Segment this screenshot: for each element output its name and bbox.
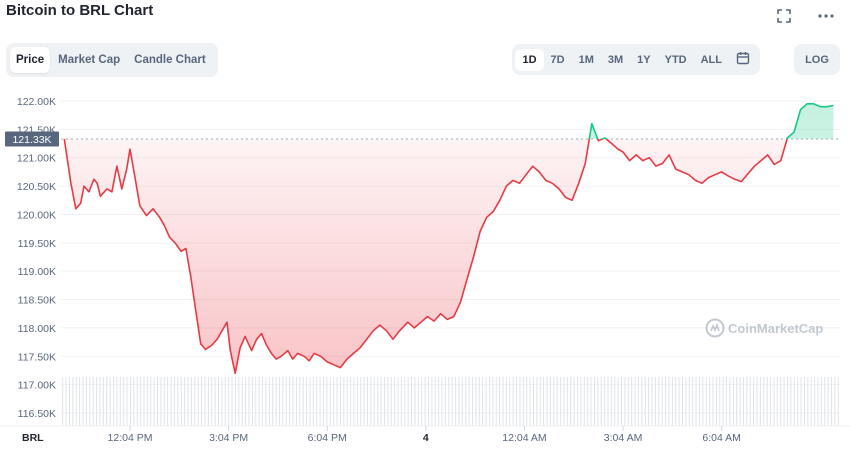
y-tick-label: 116.50K <box>18 408 56 420</box>
area-below <box>64 139 788 374</box>
current-price-tag: 121.33K <box>5 131 59 147</box>
x-tick-label: 12:04 AM <box>502 432 546 444</box>
y-tick-label: 119.00K <box>18 266 56 278</box>
x-tick-label: 6:04 PM <box>308 432 347 444</box>
y-tick-label: 122.00K <box>17 96 56 108</box>
y-tick-label: 118.50K <box>18 295 56 307</box>
x-tick-label: 6:04 AM <box>702 432 741 444</box>
price-area <box>64 103 834 374</box>
price-chart: 122.00K121.50K121.00K120.50K120.00K119.5… <box>0 96 850 444</box>
y-tick-label: 120.50K <box>17 181 56 193</box>
x-axis: BRL 12:04 PM 3:04 PM 6:04 PM 4 12:04 AM 3:04 A… <box>0 425 850 444</box>
watermark-text: CoinMarketCap <box>728 321 823 336</box>
y-tick-label: 117.00K <box>18 380 56 392</box>
current-price-tag-label: 121.33K <box>12 134 51 146</box>
currency-label: BRL <box>22 432 44 444</box>
watermark: CoinMarketCap <box>705 318 823 338</box>
x-tick-label: 4 <box>423 432 429 444</box>
y-tick-label: 119.50K <box>18 238 56 250</box>
x-tick-label: 12:04 PM <box>108 432 153 444</box>
y-tick-label: 121.00K <box>17 153 56 165</box>
y-tick-label: 120.00K <box>17 209 56 221</box>
y-tick-label: 118.00K <box>18 323 56 335</box>
x-tick-label: 3:04 AM <box>604 432 643 444</box>
y-tick-label: 117.50K <box>18 351 56 363</box>
x-tick-label: 3:04 PM <box>209 432 248 444</box>
